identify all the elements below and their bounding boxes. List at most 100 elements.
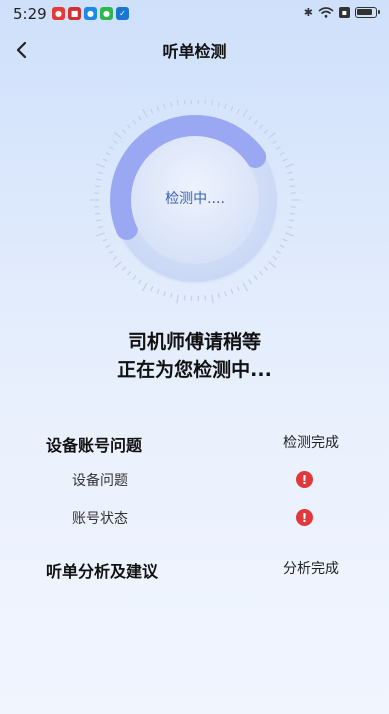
gauge-tick [276,250,281,255]
section-analysis-title: 听单分析及建议 [46,562,159,581]
gauge-status-text: 检测中.... [165,191,225,207]
gauge-tick [96,232,105,237]
gauge-tick [132,120,137,125]
gauge-tick [97,225,103,229]
gauge-tick [163,291,166,297]
gauge-tick [150,286,154,292]
system-icons: ✱ ▪ [303,6,380,19]
section-analysis-status: 分析完成 [283,561,339,577]
gauge-tick [248,279,252,285]
gauge-tick [279,152,285,156]
gauge-tick [163,103,166,109]
gauge-tick [276,145,281,150]
alert-icon[interactable]: ! [296,471,313,488]
gauge-tick [224,103,227,109]
gauge-tick [258,270,264,276]
gauge-tick [287,225,293,229]
item-device-issue-label: 设备问题 [72,473,128,489]
gauge-tick [105,152,111,156]
gauge-tick [285,163,294,168]
gauge-tick [242,108,249,118]
gauge-tick [242,282,249,292]
app-notification-icon: ● [84,7,97,20]
gauge-tick [138,115,142,121]
gauge-tick [121,129,127,134]
alert-icon[interactable]: ! [296,509,313,526]
gauge-tick [102,238,108,242]
gauge-tick [114,261,122,268]
gauge-tick [141,282,148,292]
gauge-tick [96,163,105,168]
wechat-icon: ● [100,7,113,20]
gauge-tick [94,185,101,188]
bluetooth-icon: ✱ [303,6,313,19]
gauge-tick [114,132,122,139]
gauge-tick [102,158,108,162]
wait-line-1: 司机师傅请稍等 [127,331,261,353]
page-title: 听单检测 [162,42,227,61]
gauge-tick [156,106,160,112]
gauge-tick [126,124,132,130]
gauge-tick [253,120,258,125]
gauge-tick [288,219,294,222]
lock-icon: ▪ [339,7,350,18]
gauge-tick [183,295,186,301]
gauge-tick [258,124,264,130]
gauge-tick [217,293,221,299]
gauge-tick [109,145,114,150]
gauge-tick [105,244,111,248]
gauge-tick [132,275,137,280]
gauge-tick [248,115,252,121]
gauge-tick [279,244,285,248]
gauge-tick [287,171,293,175]
gauge-tick [96,178,102,181]
gauge-tick [96,219,102,222]
progress-gauge [90,100,300,304]
gauge-tick [183,100,186,105]
gauge-tick [272,255,278,260]
gauge-tick [268,132,276,139]
gauge-tick [236,286,240,292]
gauge-tick [169,101,173,107]
section-device-account-title: 设备账号问题 [46,436,143,455]
section-device-account-status: 检测完成 [283,435,339,451]
gauge-tick [211,100,214,106]
gauge-tick [263,266,269,271]
app-notification-icon: ■ [68,7,81,20]
gauge-tick [109,250,114,255]
gauge-tick [282,158,288,162]
gauge-tick [289,212,296,215]
shield-icon: ✓ [116,7,129,20]
gauge-tick [156,288,160,294]
gauge-tick [176,100,179,106]
gauge-tick [126,270,132,276]
gauge-tick [138,279,142,285]
gauge-tick [282,238,288,242]
gauge-tick [253,275,258,280]
item-account-status-label: 账号状态 [72,511,128,527]
gauge-tick [230,288,234,294]
wait-message: 司机师傅请稍等 正在为您检测中... [0,328,389,384]
gauge-tick [150,108,154,114]
wifi-icon [318,7,334,18]
gauge-tick [97,171,103,175]
gauge-tick [217,101,221,107]
app-notification-icon: ● [52,7,65,20]
gauge-tick [94,212,101,215]
gauge-tick [285,232,294,237]
gauge-tick [288,178,294,181]
gauge-tick [236,108,240,114]
status-time: 5:29 [13,5,47,23]
gauge-tick [268,261,276,268]
gauge-tick [121,266,127,271]
gauge-tick [141,108,148,118]
battery-icon [355,7,380,18]
gauge-tick [211,294,214,304]
gauge-tick [230,106,234,112]
navigation-bar: 听单检测 [0,30,389,70]
gauge-tick [112,255,118,260]
gauge-tick [204,295,207,301]
notification-icons: ● ■ ● ● ✓ [52,7,129,20]
gauge-tick [112,140,118,145]
gauge-tick [224,291,227,297]
